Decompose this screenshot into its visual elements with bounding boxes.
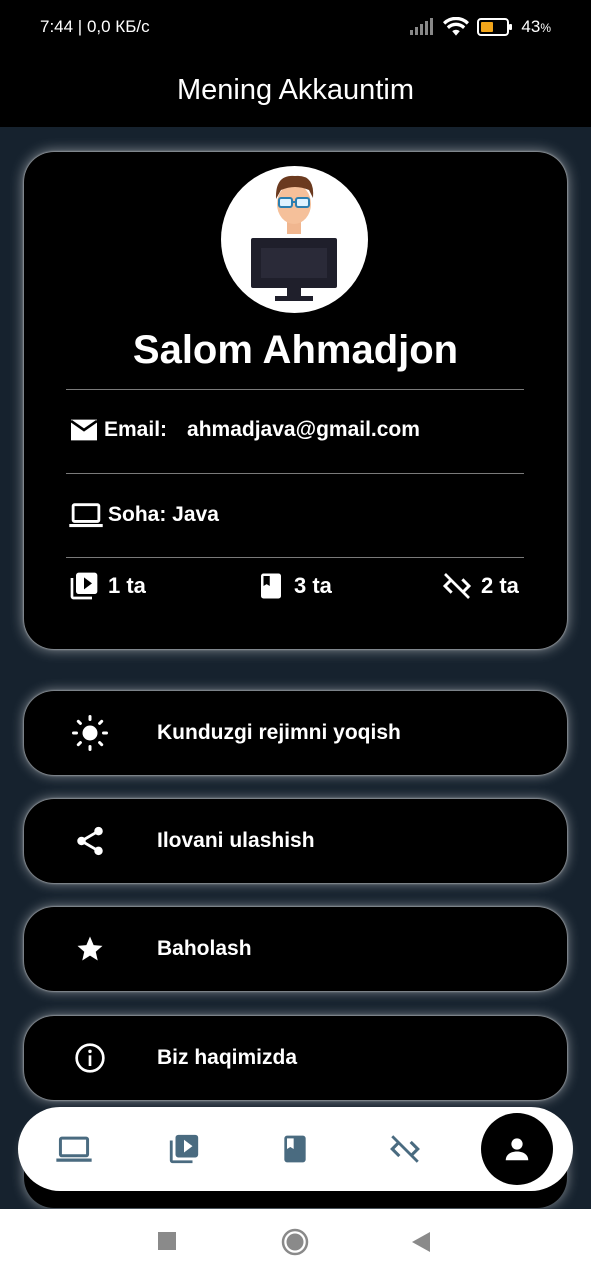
page-title: Mening Akkauntim: [177, 74, 414, 106]
laptop-icon: [69, 503, 103, 528]
status-time: 7:44 | 0,0 КБ/с: [40, 17, 150, 36]
stat-books-value: 3 ta: [294, 573, 332, 598]
stat-books: 3 ta: [256, 570, 332, 602]
battery-percent: 43%: [521, 17, 551, 36]
field-row: Soha: Java: [68, 502, 219, 528]
wifi-icon: [443, 17, 470, 36]
bottom-nav: [18, 1107, 573, 1191]
divider: [66, 557, 524, 558]
recent-apps-icon[interactable]: [157, 1231, 177, 1251]
nav-book-icon[interactable]: [275, 1129, 315, 1169]
stat-code: 2 ta: [441, 570, 519, 602]
email-row: Email: ahmadjava@gmail.com: [68, 417, 420, 443]
rate-label: Baholash: [157, 937, 252, 960]
developer-avatar-illustration: [251, 175, 337, 301]
person-icon: [505, 1138, 529, 1161]
profile-card: Salom Ahmadjon Email: ahmadjava@gmail.co…: [24, 152, 567, 649]
daylight-mode-label: Kunduzgi rejimni yoqish: [157, 721, 401, 744]
system-nav-bar: [0, 1209, 591, 1280]
app-bar: Mening Akkauntim: [0, 54, 591, 127]
status-icons: 43%: [409, 17, 551, 37]
avatar: [221, 166, 368, 313]
email-icon: [70, 419, 98, 441]
video-library-icon: [70, 572, 98, 600]
nav-video-library-icon[interactable]: [164, 1129, 204, 1169]
star-icon: [72, 931, 108, 967]
code-off-icon: [442, 573, 472, 599]
status-bar: 7:44 | 0,0 КБ/с 43%: [0, 0, 591, 54]
battery-icon: [477, 18, 513, 36]
stat-code-value: 2 ta: [481, 573, 519, 598]
signal-icon: [410, 18, 434, 35]
stat-videos: 1 ta: [68, 570, 146, 602]
about-us-button[interactable]: Biz haqimizda: [24, 1016, 567, 1100]
sun-icon: [72, 715, 108, 751]
user-greeting: Salom Ahmadjon: [132, 328, 459, 372]
rate-button[interactable]: Baholash: [24, 907, 567, 991]
field-label: Soha: Java: [108, 503, 219, 526]
divider: [66, 473, 524, 474]
info-icon: [72, 1040, 108, 1076]
share-app-button[interactable]: Ilovani ulashish: [24, 799, 567, 883]
share-app-label: Ilovani ulashish: [157, 829, 315, 852]
share-icon: [72, 823, 108, 859]
nav-code-off-icon[interactable]: [385, 1129, 425, 1169]
book-icon: [261, 573, 281, 599]
daylight-mode-button[interactable]: Kunduzgi rejimni yoqish: [24, 691, 567, 775]
nav-laptop-icon[interactable]: [54, 1129, 94, 1169]
home-icon[interactable]: [281, 1228, 309, 1256]
about-us-label: Biz haqimizda: [157, 1046, 298, 1069]
email-value: ahmadjava@gmail.com: [187, 418, 420, 441]
divider: [66, 389, 524, 390]
email-label: Email:: [104, 418, 168, 441]
nav-person-icon[interactable]: [481, 1113, 553, 1185]
stat-videos-value: 1 ta: [108, 573, 146, 598]
back-icon[interactable]: [411, 1231, 431, 1253]
